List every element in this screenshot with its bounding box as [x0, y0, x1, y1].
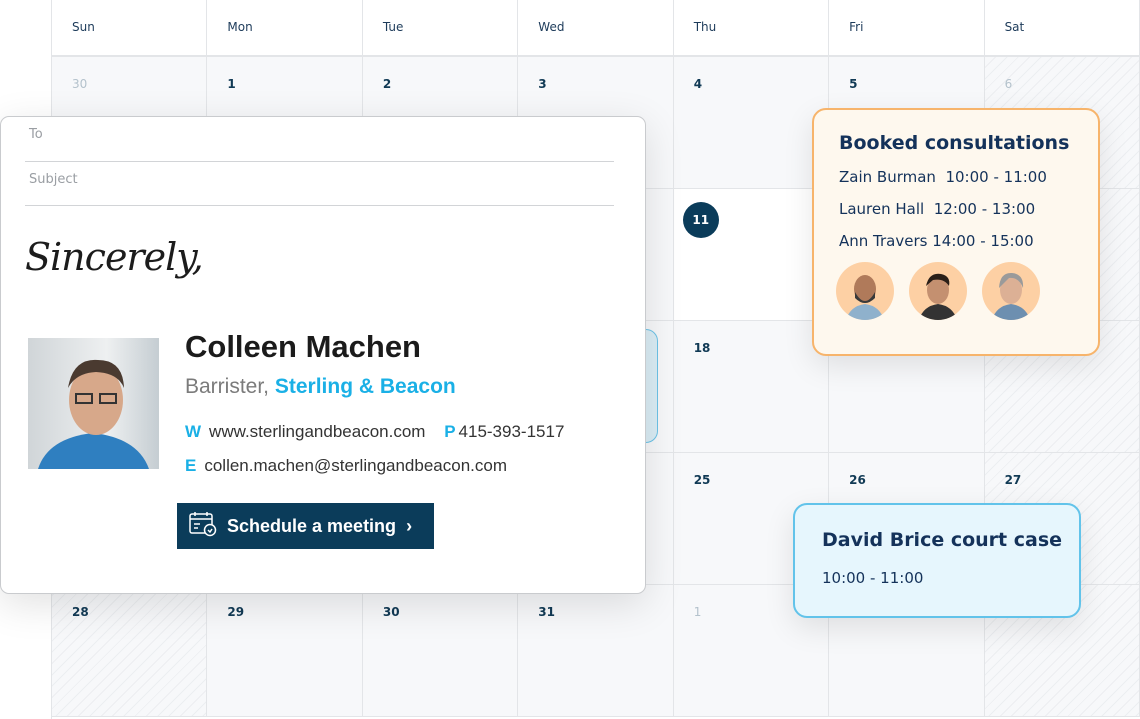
- day-number: 4: [693, 77, 703, 91]
- weekday-header: Fri: [829, 0, 985, 57]
- phone-label: P: [444, 422, 456, 441]
- calendar-day-cell[interactable]: 4: [673, 57, 830, 189]
- email-label: E: [185, 456, 197, 475]
- calendar-day-cell[interactable]: 11: [673, 189, 830, 321]
- booked-consultations-card[interactable]: Booked consultations Zain Burman 10:00 -…: [812, 108, 1100, 356]
- day-number: 2: [382, 77, 392, 91]
- day-number: 31: [538, 605, 555, 619]
- chevron-right-icon: ›: [406, 515, 413, 536]
- day-number: 25: [693, 473, 711, 487]
- contact-email: Ecollen.machen@sterlingandbeacon.com: [185, 456, 507, 476]
- court-case-event-card[interactable]: David Brice court case 10:00 - 11:00: [793, 503, 1081, 618]
- website-link[interactable]: www.sterlingandbeacon.com: [209, 422, 425, 441]
- day-number: 30: [382, 605, 400, 619]
- today-date: 11: [682, 202, 719, 238]
- weekday-header: Mon: [207, 0, 363, 57]
- schedule-meeting-button[interactable]: Schedule a meeting ›: [177, 503, 434, 549]
- email-link[interactable]: collen.machen@sterlingandbeacon.com: [204, 456, 507, 475]
- signature-name: Colleen Machen: [185, 329, 421, 364]
- subject-placeholder: Subject: [29, 172, 78, 187]
- weekday-header: Wed: [518, 0, 674, 57]
- court-title: David Brice court case: [822, 529, 1063, 551]
- calendar-day-cell[interactable]: 18: [673, 321, 830, 453]
- schedule-meeting-label: Schedule a meeting: [227, 515, 397, 536]
- day-number: 6: [1004, 77, 1013, 91]
- role: Barrister,: [185, 375, 270, 398]
- to-placeholder: To: [29, 127, 43, 142]
- company: Sterling & Beacon: [274, 375, 456, 398]
- calendar-day-cell[interactable]: 30: [362, 585, 519, 717]
- avatar: [982, 262, 1040, 320]
- weekday-header: Sat: [984, 0, 1140, 57]
- calendar-clock-icon: [189, 511, 217, 542]
- day-number: 18: [693, 341, 711, 355]
- weekday-header: Sun: [52, 0, 208, 57]
- day-number: 29: [227, 605, 245, 619]
- web-label: W: [185, 422, 202, 441]
- to-field[interactable]: To: [25, 127, 614, 162]
- weekday-header: Thu: [673, 0, 830, 57]
- day-number: 28: [72, 605, 89, 619]
- email-compose-card: To Subject Sincerely, Colleen Machen Bar…: [0, 116, 646, 594]
- signature-title: Barrister, Sterling & Beacon: [185, 375, 456, 399]
- day-number: 1: [227, 77, 236, 91]
- calendar-day-cell[interactable]: 28: [52, 585, 208, 717]
- consultation-item: Zain Burman 10:00 - 11:00: [839, 168, 1047, 186]
- consultation-item: Lauren Hall 12:00 - 13:00: [839, 200, 1036, 218]
- day-number: 26: [849, 473, 866, 487]
- court-time: 10:00 - 11:00: [822, 569, 924, 587]
- calendar-day-cell[interactable]: 29: [207, 585, 363, 717]
- calendar-day-cell[interactable]: 31: [518, 585, 674, 717]
- avatar: [836, 262, 894, 320]
- day-number: 30: [72, 77, 88, 91]
- day-number: 3: [538, 77, 547, 91]
- profile-photo: [28, 338, 159, 469]
- booked-title: Booked consultations: [839, 132, 1070, 154]
- signoff: Sincerely,: [25, 235, 204, 279]
- consultation-item: Ann Travers 14:00 - 15:00: [839, 232, 1034, 250]
- day-number: 5: [849, 77, 858, 91]
- contact-web-phone: Wwww.sterlingandbeacon.com P 415-393-1517: [185, 422, 564, 442]
- subject-field[interactable]: Subject: [25, 172, 614, 206]
- avatar: [909, 262, 967, 320]
- phone-link[interactable]: 415-393-1517: [459, 422, 565, 441]
- day-number: 27: [1004, 473, 1022, 487]
- weekday-header: Tue: [362, 0, 519, 57]
- day-number: 1: [693, 605, 702, 619]
